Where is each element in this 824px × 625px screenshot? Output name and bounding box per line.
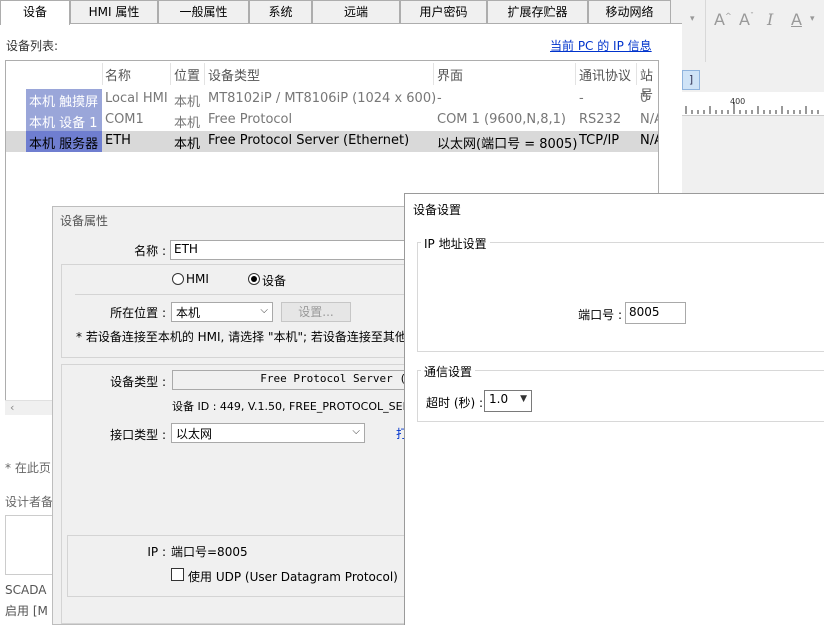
- name-label: 名称 :: [134, 244, 166, 258]
- port-input[interactable]: 8005: [625, 302, 686, 324]
- device-properties-title: 设备属性: [60, 214, 109, 228]
- scada-label: SCADA: [5, 583, 47, 597]
- device-protocol: RS232: [579, 112, 622, 127]
- font-shrink-icon[interactable]: Aˇ: [739, 10, 754, 29]
- ip-address-group-title: IP 地址设置: [421, 235, 490, 252]
- enable-label: 启用 [M: [5, 604, 48, 618]
- device-station: 0: [640, 91, 649, 106]
- designer-note-textbox[interactable]: [5, 515, 57, 575]
- location-select-value: 本机: [176, 306, 201, 320]
- device-id: Local HMI: [105, 91, 168, 106]
- udp-label: 使用 UDP (User Datagram Protocol): [188, 570, 398, 584]
- designer-note-label: 设计者备: [5, 495, 54, 509]
- dropdown-arrow-icon[interactable]: ▾: [810, 14, 815, 24]
- divider: [75, 294, 410, 295]
- column-header-device-type[interactable]: 设备类型: [208, 65, 260, 84]
- device-id: COM1: [105, 112, 144, 127]
- tab-mobile-network[interactable]: 移动网络: [588, 0, 671, 23]
- radio-device-label: 设备: [262, 274, 287, 288]
- ip-value: 端口号=8005: [171, 545, 248, 559]
- device-protocol: -: [579, 91, 584, 106]
- udp-checkbox[interactable]: [171, 568, 184, 581]
- column-header-name[interactable]: 名称: [105, 65, 131, 84]
- editor-tab[interactable]: ]: [682, 70, 700, 90]
- device-interface: -: [437, 91, 442, 106]
- scroll-left-icon[interactable]: ‹: [10, 401, 14, 414]
- device-type: Free Protocol Server (Ethernet): [208, 133, 410, 148]
- name-input[interactable]: ETH: [170, 240, 410, 260]
- interface-type-select[interactable]: 以太网 ⌵: [171, 423, 365, 443]
- chevron-down-icon: ⌵: [352, 426, 360, 437]
- device-location: 本机: [174, 137, 201, 152]
- column-header-protocol[interactable]: 通讯协议: [579, 65, 631, 84]
- device-station: N/A: [640, 112, 658, 127]
- communication-group-title: 通信设置: [421, 363, 476, 380]
- radio-hmi[interactable]: [172, 273, 184, 285]
- interface-type-label: 接口类型 :: [110, 428, 166, 442]
- toolbar-divider: [705, 0, 706, 62]
- font-color-icon[interactable]: A: [791, 10, 802, 29]
- page-note-text: * 在此页: [5, 461, 51, 475]
- tab-general-properties[interactable]: 一般属性: [158, 0, 249, 23]
- timeout-label: 超时 (秒) :: [426, 396, 484, 410]
- table-row[interactable]: 本机 触摸屏 Local HMI 本机 MT8102iP / MT8106iP …: [6, 89, 658, 110]
- radio-hmi-label: HMI: [186, 272, 209, 286]
- table-row-selected[interactable]: 本机 服务器 ETH 本机 Free Protocol Server (Ethe…: [6, 131, 658, 152]
- location-note: * 若设备连接至本机的 HMI, 请选择 "本机"; 若设备连接至其他的: [76, 330, 410, 344]
- device-interface: COM 1 (9600,N,8,1): [437, 112, 566, 127]
- dropdown-arrow-icon[interactable]: ▾: [690, 14, 695, 24]
- location-settings-button[interactable]: 设置...: [281, 302, 351, 322]
- device-settings-title: 设备设置: [413, 203, 462, 217]
- tab-hmi-properties[interactable]: HMI 属性: [70, 0, 158, 23]
- italic-icon[interactable]: I: [767, 10, 773, 29]
- device-protocol: TCP/IP: [579, 133, 620, 148]
- font-grow-icon[interactable]: A^: [714, 10, 732, 29]
- ip-address-group: [417, 242, 824, 352]
- ip-label: IP :: [147, 545, 166, 559]
- column-header-location[interactable]: 位置: [174, 65, 200, 84]
- pc-ip-info-link[interactable]: 当前 PC 的 IP 信息: [550, 37, 652, 54]
- device-name: 本机 触摸屏: [29, 95, 99, 110]
- tab-bar: 设备 HMI 属性 一般属性 系统 远端 用户密码 扩展存贮器 移动网络: [0, 0, 682, 25]
- device-name-cell: 本机 服务器: [26, 131, 102, 152]
- device-id-text: 设备 ID : 449, V.1.50, FREE_PROTOCOL_SERVE: [172, 400, 410, 413]
- timeout-value: 1.0: [489, 392, 509, 406]
- device-location: 本机: [174, 116, 201, 131]
- tab-extended-memory[interactable]: 扩展存贮器: [487, 0, 588, 23]
- tab-remote[interactable]: 远端: [312, 0, 400, 23]
- table-row[interactable]: 本机 设备 1 COM1 本机 Free Protocol COM 1 (960…: [6, 110, 658, 131]
- device-name: 本机 服务器: [29, 137, 99, 152]
- device-location: 本机: [174, 95, 201, 110]
- device-station: N/A: [640, 133, 658, 148]
- tab-user-password[interactable]: 用户密码: [400, 0, 487, 23]
- location-select[interactable]: 本机 ⌵: [171, 302, 273, 322]
- tab-device[interactable]: 设备: [0, 0, 70, 25]
- device-type-field[interactable]: Free Protocol Server (: [172, 370, 410, 390]
- device-id: ETH: [105, 133, 131, 148]
- device-type: Free Protocol: [208, 112, 293, 127]
- chevron-down-icon: ⌵: [260, 305, 268, 316]
- interface-type-value: 以太网: [176, 427, 213, 441]
- radio-device[interactable]: [248, 273, 260, 285]
- device-type: MT8102iP / MT8106iP (1024 x 600): [208, 91, 437, 106]
- ruler: [682, 92, 824, 116]
- tab-system[interactable]: 系统: [249, 0, 312, 23]
- timeout-select[interactable]: 1.0 ▼: [484, 390, 532, 412]
- device-interface: 以太网(端口号 = 8005): [437, 137, 578, 152]
- device-name: 本机 设备 1: [29, 116, 98, 131]
- location-label: 所在位置 :: [110, 306, 166, 320]
- device-list-label: 设备列表:: [6, 39, 59, 53]
- device-type-label: 设备类型 :: [110, 375, 166, 389]
- device-name-cell: 本机 设备 1: [26, 110, 102, 131]
- dropdown-arrow-icon: ▼: [520, 394, 527, 404]
- ruler-label: 400: [730, 97, 746, 106]
- device-name-cell: 本机 触摸屏: [26, 89, 102, 110]
- port-label: 端口号 :: [578, 308, 622, 322]
- column-header-interface[interactable]: 界面: [437, 65, 463, 84]
